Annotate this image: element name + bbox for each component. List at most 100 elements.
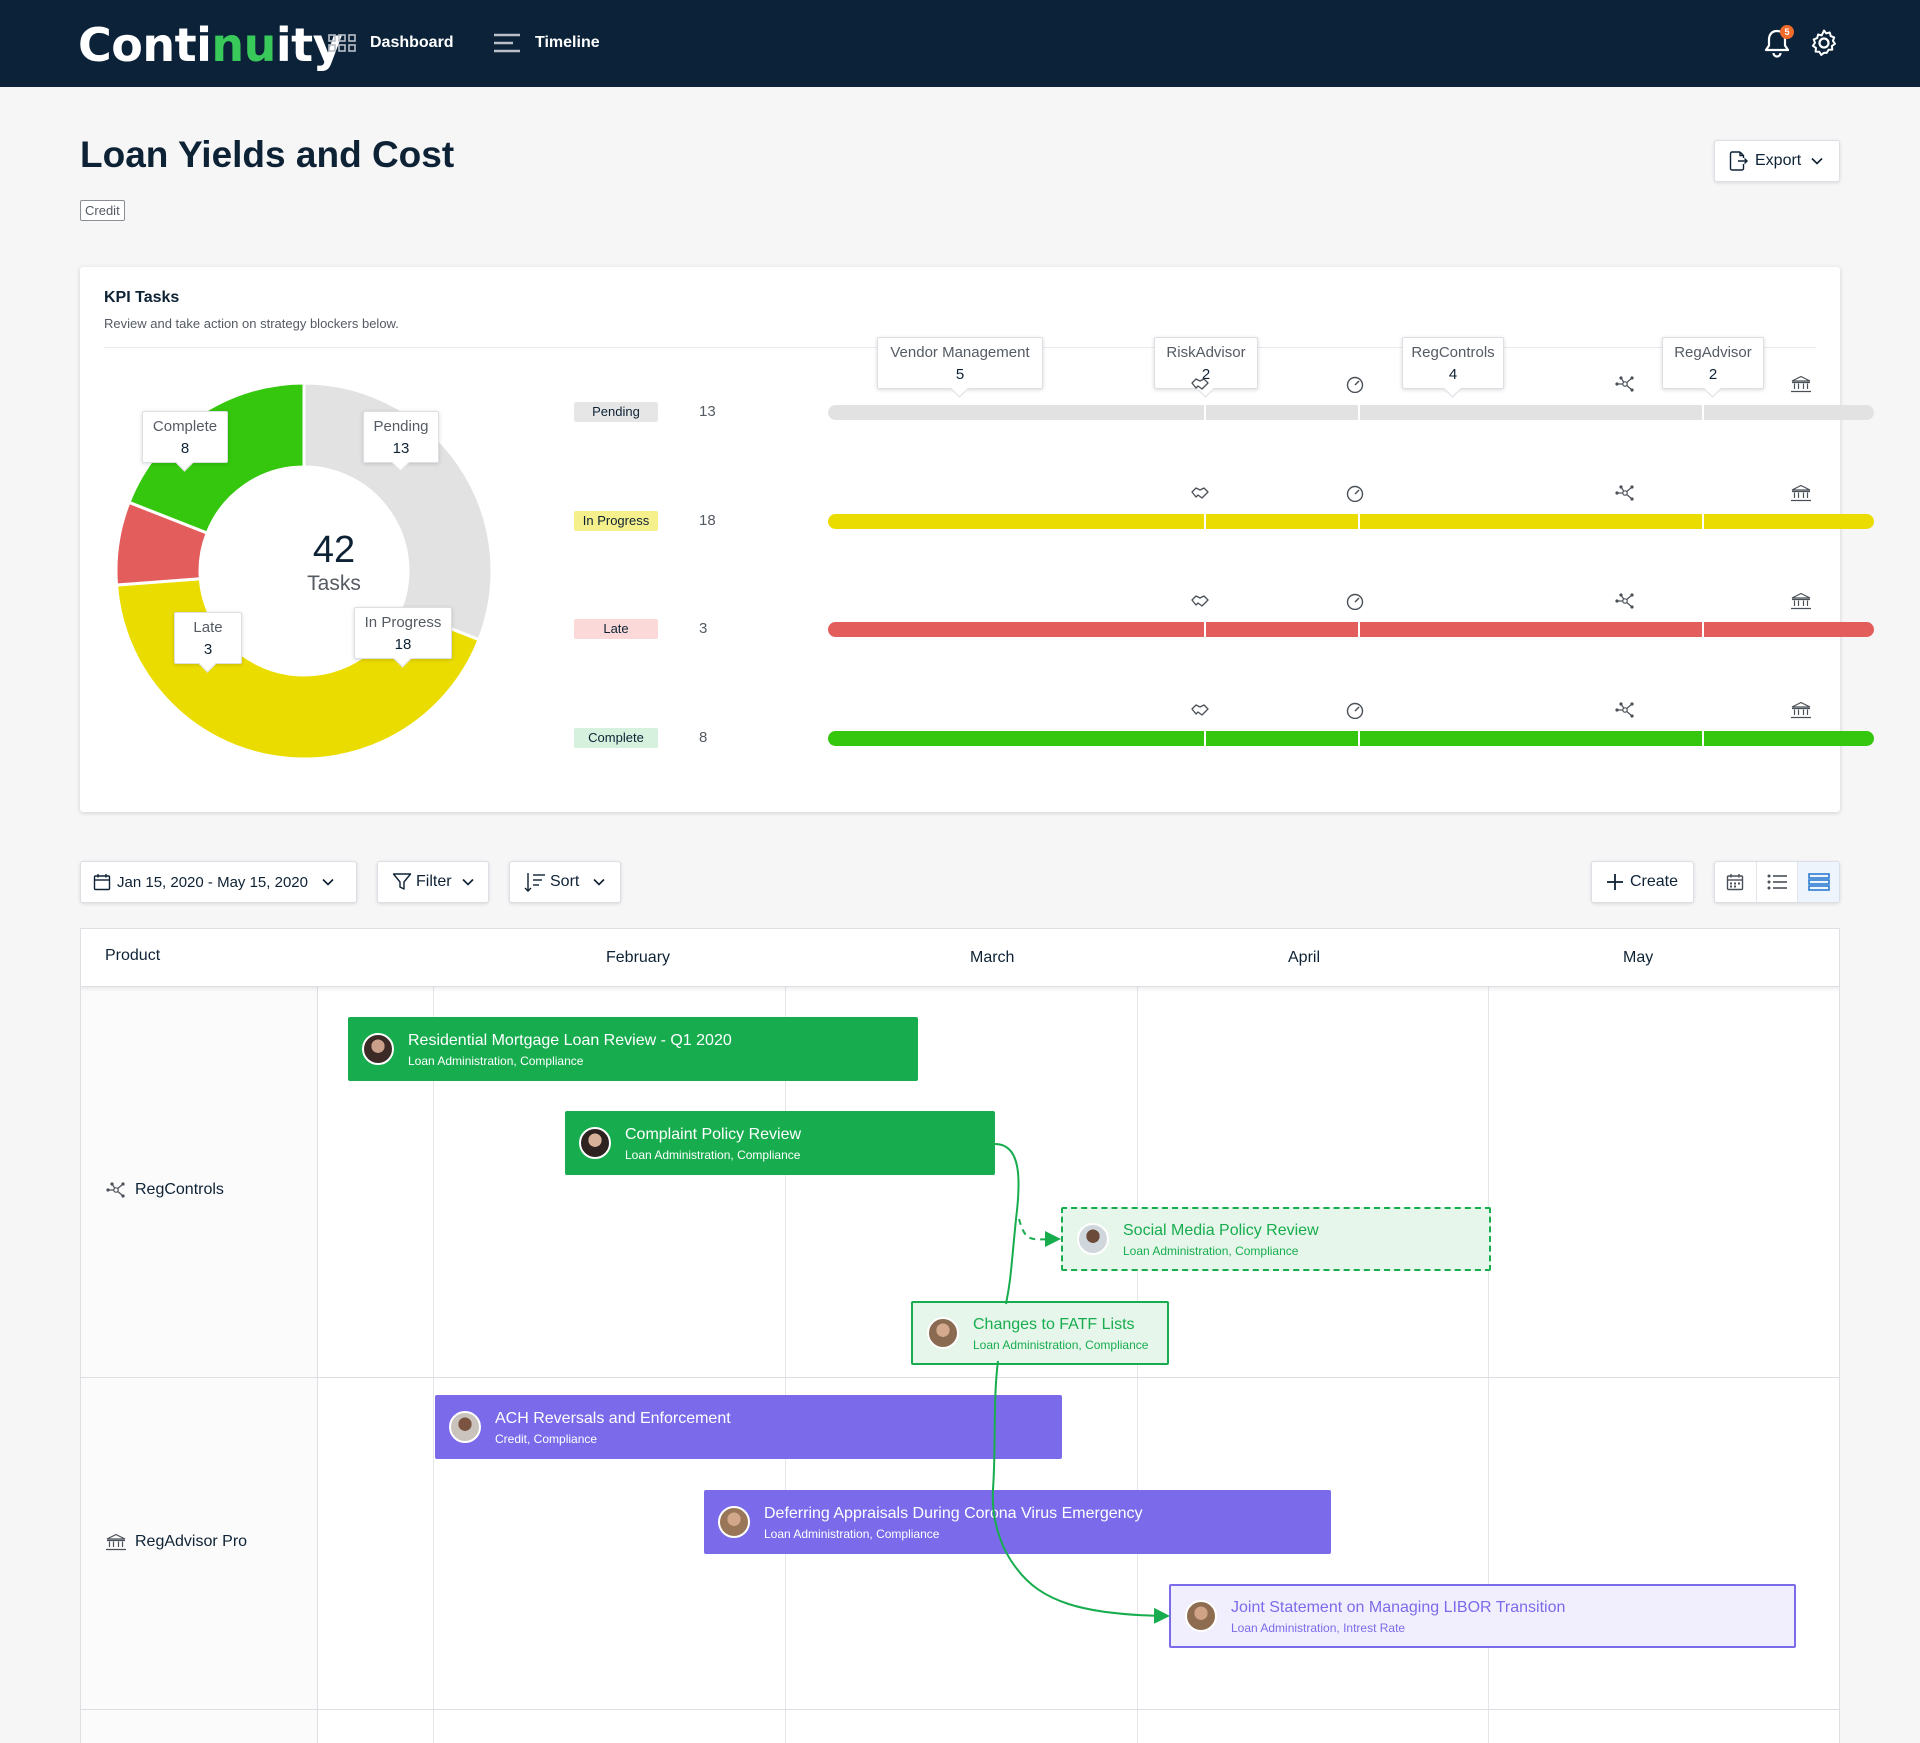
bar-segment-divider — [1358, 405, 1360, 420]
timeline-view-button[interactable] — [1798, 862, 1840, 902]
calendar-icon — [1727, 874, 1744, 891]
sort-button[interactable]: Sort — [509, 861, 621, 903]
chevron-down-icon — [593, 878, 605, 886]
status-row-complete[interactable]: Complete 8 — [574, 701, 1874, 748]
grid-line — [785, 987, 786, 1743]
status-bar-late[interactable] — [828, 622, 1874, 637]
task-ach-reversals-and-enforcement[interactable]: ACH Reversals and Enforcement Credit, Com… — [435, 1395, 1062, 1459]
avatar — [718, 1506, 750, 1538]
network-icon — [1615, 702, 1634, 718]
gear-icon[interactable] — [1809, 28, 1839, 58]
create-label: Create — [1630, 873, 1679, 890]
bar-segment-divider — [1204, 731, 1206, 746]
status-row-in-progress[interactable]: In Progress 18 — [574, 484, 1874, 531]
export-icon — [1729, 151, 1748, 171]
status-tag-pending: Pending — [574, 402, 658, 422]
timeline-chart: Product February March April May RegCont… — [80, 928, 1840, 1743]
network-icon — [1615, 485, 1634, 501]
status-count-in-progress: 18 — [699, 512, 716, 529]
month-may: May — [1623, 949, 1654, 966]
status-bar-in-progress[interactable] — [828, 514, 1874, 529]
task-deferring-appraisals[interactable]: Deferring Appraisals During Corona Virus… — [704, 1490, 1331, 1554]
filter-label: Filter — [416, 873, 452, 890]
bar-segment-divider — [1702, 731, 1704, 746]
bar-segment-divider — [1358, 731, 1360, 746]
continuity-logo[interactable]: Continuity — [78, 18, 343, 72]
avatar — [579, 1127, 611, 1159]
avatar — [1185, 1600, 1217, 1632]
timeline-header — [81, 929, 1839, 987]
list-icon — [1767, 874, 1787, 890]
donut-total-label: Tasks — [307, 572, 361, 595]
top-navigation-bar: Continuity Dashboard Timeline 5 — [0, 0, 1920, 87]
network-icon — [106, 1182, 125, 1198]
grid-line — [433, 987, 434, 1743]
sort-label: Sort — [550, 873, 580, 890]
calendar-view-button[interactable] — [1715, 862, 1757, 902]
task-complaint-policy-review[interactable]: Complaint Policy Review Loan Administrati… — [565, 1111, 995, 1175]
month-march: March — [970, 949, 1015, 966]
kpi-title: KPI Tasks — [104, 289, 180, 306]
gauge-icon — [1346, 485, 1364, 502]
status-row-pending[interactable]: Pending 13 — [574, 375, 1874, 422]
status-row-late[interactable]: Late 3 — [574, 592, 1874, 639]
nav-dashboard[interactable]: Dashboard — [328, 28, 454, 58]
product-callout-regcontrols: RegControls 4 — [1402, 337, 1504, 389]
month-april: April — [1288, 949, 1321, 966]
list-view-button[interactable] — [1757, 862, 1799, 902]
nav-timeline-label: Timeline — [535, 34, 600, 51]
bank-icon — [1791, 701, 1811, 719]
notification-badge: 5 — [1780, 25, 1794, 39]
chevron-down-icon — [461, 878, 474, 886]
create-button[interactable]: Create — [1591, 861, 1694, 903]
bank-icon — [1791, 484, 1811, 502]
avatar — [1077, 1223, 1109, 1255]
network-icon — [1615, 593, 1634, 609]
status-bar-pending[interactable] — [828, 405, 1874, 420]
handshake-icon — [1191, 595, 1209, 607]
row-divider — [81, 1377, 1839, 1378]
status-tag-complete: Complete — [574, 728, 658, 748]
bar-segment-divider — [1702, 405, 1704, 420]
nav-dashboard-label: Dashboard — [370, 34, 454, 51]
page-title: Loan Yields and Cost — [80, 134, 455, 175]
bank-icon — [1791, 375, 1811, 393]
bar-segment-divider — [1702, 622, 1704, 637]
task-changes-to-fatf-lists[interactable]: Changes to FATF Lists Loan Administration… — [911, 1301, 1169, 1365]
connector-complaint-to-fatf — [994, 1143, 1020, 1305]
nav-timeline[interactable]: Timeline — [493, 28, 600, 58]
status-bar-complete[interactable] — [828, 731, 1874, 746]
export-label: Export — [1755, 152, 1802, 169]
chevron-down-icon — [322, 878, 334, 886]
kpi-tasks-card: KPI Tasks Review and take action on stra… — [80, 267, 1874, 812]
plus-icon — [1607, 874, 1623, 890]
row-label-regcontrols[interactable]: RegControls — [105, 1181, 224, 1199]
timeline-view-icon — [1807, 873, 1830, 891]
calendar-icon — [93, 874, 111, 891]
status-count-pending: 13 — [699, 403, 716, 420]
network-icon — [1615, 376, 1634, 392]
export-button[interactable]: Export — [1714, 140, 1840, 182]
task-joint-statement-libor[interactable]: Joint Statement on Managing LIBOR Transi… — [1169, 1584, 1796, 1648]
row-divider — [81, 1709, 1839, 1710]
filter-button[interactable]: Filter — [377, 861, 489, 903]
donut-total-value: 42 — [312, 529, 356, 571]
bar-segment-divider — [1204, 405, 1206, 420]
date-range-picker[interactable]: Jan 15, 2020 - May 15, 2020 — [80, 861, 357, 903]
date-range-label: Jan 15, 2020 - May 15, 2020 — [117, 873, 308, 891]
avatar — [927, 1317, 959, 1349]
product-column-header: Product — [105, 947, 161, 964]
category-tag: Credit — [80, 200, 125, 221]
donut-callout-in-progress: In Progress 18 — [354, 607, 452, 659]
status-count-complete: 8 — [699, 729, 708, 746]
bar-segment-divider — [1358, 622, 1360, 637]
avatar — [449, 1411, 481, 1443]
bar-segment-divider — [1204, 514, 1206, 529]
task-residential-mortgage-loan-review[interactable]: Residential Mortgage Loan Review - Q1 20… — [348, 1017, 918, 1081]
grid-line — [1137, 987, 1138, 1743]
gauge-icon — [1346, 593, 1364, 610]
row-label-regadvisor-pro[interactable]: RegAdvisor Pro — [105, 1533, 247, 1551]
product-callout-vendor-management: Vendor Management 5 — [877, 337, 1043, 389]
task-social-media-policy-review[interactable]: Social Media Policy Review Loan Administr… — [1061, 1207, 1491, 1271]
connector-complaint-to-social — [1018, 1218, 1061, 1248]
